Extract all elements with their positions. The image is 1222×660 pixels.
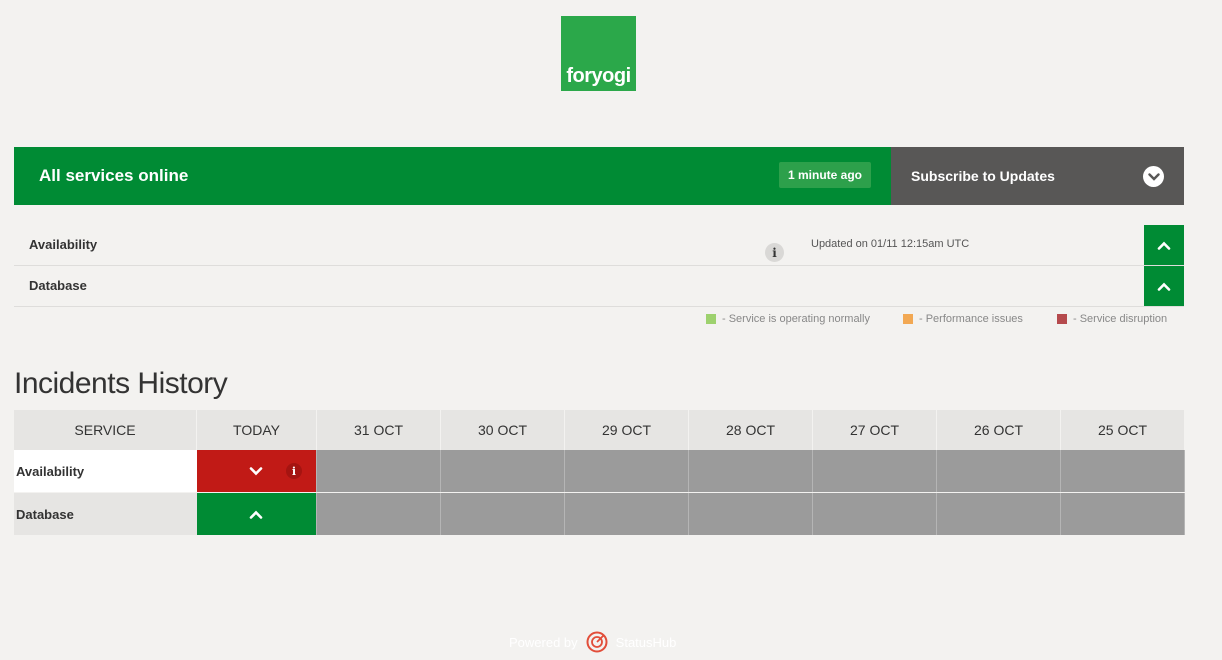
overall-status-bar: All services online 1 minute ago <box>14 147 891 205</box>
column-header: 29 OCT <box>564 410 689 450</box>
row-service-name: Database <box>14 492 197 536</box>
status-cell <box>564 492 689 536</box>
status-cell <box>812 492 937 536</box>
status-cell <box>316 450 441 493</box>
incidents-history-title: Incidents History <box>14 367 228 400</box>
row-service-name: Availability <box>14 450 197 493</box>
status-cell <box>1060 450 1185 493</box>
status-cell <box>440 492 565 536</box>
legend-swatch-orange <box>903 314 913 324</box>
collapse-database-button[interactable] <box>1144 266 1184 306</box>
today-status-cell-disruption[interactable]: i <box>196 450 317 493</box>
subscribe-to-updates-button[interactable]: Subscribe to Updates <box>891 147 1184 205</box>
info-icon[interactable]: i <box>765 243 784 262</box>
chevron-up-icon <box>1157 241 1171 250</box>
legend-label: - Service disruption <box>1073 313 1168 325</box>
legend-performance: - Performance issues <box>903 313 1023 325</box>
status-cell <box>564 450 689 493</box>
column-header: 28 OCT <box>688 410 813 450</box>
today-status-cell-normal[interactable] <box>196 492 317 536</box>
column-header: 30 OCT <box>440 410 565 450</box>
legend-swatch-green <box>706 314 716 324</box>
statushub-logo-icon <box>586 631 608 653</box>
status-cell <box>1060 492 1185 536</box>
legend-normal: - Service is operating normally <box>706 313 870 325</box>
logo-text: foryogi <box>566 65 631 87</box>
service-name: Availability <box>29 237 98 252</box>
powered-by-statushub-link[interactable]: Powered by StatusHub <box>509 631 676 653</box>
service-row-availability: Availability i Updated on 01/11 12:15am … <box>14 225 1184 266</box>
service-name: Database <box>29 278 87 293</box>
overall-status-text: All services online <box>39 166 189 185</box>
legend-disruption: - Service disruption <box>1057 313 1167 325</box>
column-header: 31 OCT <box>316 410 441 450</box>
legend-swatch-red <box>1057 314 1067 324</box>
foryogi-logo[interactable]: foryogi <box>561 16 636 91</box>
chevron-down-icon[interactable] <box>249 466 263 476</box>
status-cell <box>812 450 937 493</box>
powered-by-text: Powered by <box>509 634 578 650</box>
table-row: Database <box>14 492 1185 536</box>
statushub-brand-text: StatusHub <box>615 634 677 650</box>
chevron-up-icon[interactable] <box>249 510 263 519</box>
status-cell <box>688 450 813 493</box>
column-header: SERVICE <box>14 410 197 450</box>
column-header: 26 OCT <box>936 410 1061 450</box>
incidents-history-table: SERVICE TODAY 31 OCT 30 OCT 29 OCT 28 OC… <box>14 410 1185 536</box>
last-updated-badge: 1 minute ago <box>779 162 871 188</box>
table-header-row: SERVICE TODAY 31 OCT 30 OCT 29 OCT 28 OC… <box>14 410 1185 450</box>
info-icon[interactable]: i <box>286 463 302 479</box>
status-cell <box>440 450 565 493</box>
chevron-down-circle-icon[interactable] <box>1143 166 1164 187</box>
status-cell <box>936 492 1061 536</box>
subscribe-label: Subscribe to Updates <box>911 168 1055 184</box>
legend-label: - Performance issues <box>919 313 1023 325</box>
chevron-up-icon <box>1157 282 1171 291</box>
table-row: Availability i <box>14 450 1185 493</box>
column-header: TODAY <box>196 410 317 450</box>
column-header: 25 OCT <box>1060 410 1185 450</box>
status-cell <box>688 492 813 536</box>
collapse-availability-button[interactable] <box>1144 225 1184 265</box>
column-header: 27 OCT <box>812 410 937 450</box>
status-cell <box>936 450 1061 493</box>
legend-label: - Service is operating normally <box>722 313 870 325</box>
service-row-database: Database <box>14 266 1184 307</box>
status-cell <box>316 492 441 536</box>
service-updated-time: Updated on 01/11 12:15am UTC <box>811 238 970 250</box>
